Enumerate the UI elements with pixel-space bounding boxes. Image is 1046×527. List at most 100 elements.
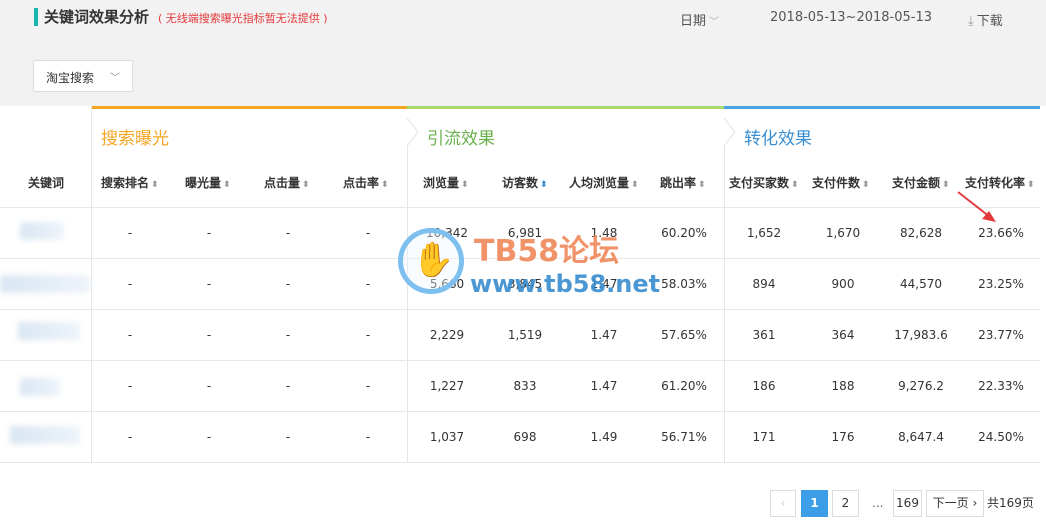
header-label: 人均浏览量 [569, 176, 630, 190]
cell-pv-per-visitor: 1.47 [590, 379, 618, 393]
column-divider [407, 146, 408, 462]
cell-buyers: 171 [752, 430, 776, 444]
cell-conv-rate: 22.33% [978, 379, 1024, 393]
cell-pageviews: 1,037 [429, 430, 465, 444]
cell-impressions: - [206, 379, 212, 393]
cell-bounce-rate: 61.20% [661, 379, 707, 393]
column-header-visitors[interactable]: 访客数 ⬍ [502, 174, 548, 191]
cell-ctr: - [365, 226, 371, 240]
sort-icon: ⬍ [862, 180, 870, 190]
keyword-blurred [0, 275, 90, 293]
cell-conv-rate: 23.25% [978, 277, 1024, 291]
sort-icon: ⬍ [791, 180, 799, 190]
row-divider [0, 411, 1040, 412]
row-divider [0, 207, 1040, 208]
header-label: 支付金额 [892, 176, 941, 190]
cell-conv-rate: 23.66% [978, 226, 1024, 240]
group-separator-arrow [406, 118, 419, 146]
chevron-down-icon: ﹀ [110, 73, 120, 84]
group-search-exposure: 搜索曝光 [91, 106, 407, 158]
column-divider [724, 146, 725, 462]
column-header-buyers[interactable]: 支付买家数 ⬍ [729, 174, 799, 191]
cell-conv-rate: 24.50% [978, 430, 1024, 444]
hand-icon: ✋ [412, 240, 455, 280]
group-bar [407, 106, 724, 109]
sort-icon: ⬍ [1027, 180, 1035, 190]
column-header-pageviews[interactable]: 浏览量 ⬍ [423, 174, 469, 191]
cell-search-rank: - [127, 226, 133, 240]
cell-clicks: - [285, 430, 291, 444]
column-header-impressions[interactable]: 曝光量 ⬍ [185, 174, 231, 191]
chevron-down-icon: ﹀ [709, 17, 720, 28]
column-header-clicks[interactable]: 点击量 ⬍ [264, 174, 310, 191]
sort-icon: ⬍ [698, 180, 706, 190]
column-header-pv-per-visitor[interactable]: 人均浏览量 ⬍ [569, 174, 639, 191]
sort-icon: ⬍ [540, 180, 548, 190]
row-divider [0, 309, 1040, 310]
cell-search-rank: - [127, 277, 133, 291]
cell-amount: 44,570 [900, 277, 942, 291]
cell-buyers: 186 [752, 379, 776, 393]
date-dropdown-label: 日期 [680, 14, 707, 29]
group-separator-arrow [723, 118, 736, 146]
cell-amount: 8,647.4 [898, 430, 944, 444]
watermark-title: TB58论坛 [474, 234, 620, 269]
cell-visitors: 1,519 [507, 328, 543, 342]
next-page-label: 下一页 [932, 496, 969, 510]
column-header-bounce-rate[interactable]: 跳出率 ⬍ [660, 174, 706, 191]
cell-conv-rate: 23.77% [978, 328, 1024, 342]
cell-bounce-rate: 57.65% [661, 328, 707, 342]
title-accent-bar [34, 8, 38, 26]
group-label: 搜索曝光 [101, 129, 169, 149]
cell-items: 900 [831, 277, 855, 291]
group-label: 转化效果 [744, 129, 812, 149]
column-header-keyword: 关键词 [28, 176, 65, 190]
download-label: 下载 [976, 14, 1003, 29]
cell-impressions: - [206, 226, 212, 240]
page-button-last[interactable]: 169 [893, 490, 922, 517]
cell-items: 1,670 [825, 226, 861, 240]
download-button[interactable]: ⤓ 下载 [968, 10, 1003, 29]
header-label: 跳出率 [660, 176, 697, 190]
sort-icon: ⬍ [631, 180, 639, 190]
cell-pv-per-visitor: 1.47 [590, 328, 618, 342]
column-header-amount[interactable]: 支付金额 ⬍ [892, 174, 950, 191]
source-select-value: 淘宝搜索 [46, 71, 95, 85]
column-header-items[interactable]: 支付件数 ⬍ [812, 174, 870, 191]
cell-clicks: - [285, 379, 291, 393]
row-divider [0, 360, 1040, 361]
header-label: 浏览量 [423, 176, 460, 190]
sort-icon: ⬍ [151, 180, 159, 190]
cell-pageviews: 2,229 [429, 328, 465, 342]
cell-search-rank: - [127, 430, 133, 444]
column-header-search-rank[interactable]: 搜索排名 ⬍ [101, 174, 159, 191]
cell-buyers: 1,652 [746, 226, 782, 240]
header-bar: 关键词效果分析 ( 无线端搜索曝光指标暂无法提供 ) 日期 ﹀ 2018-05-1… [0, 0, 1046, 46]
cell-amount: 17,983.6 [894, 328, 948, 342]
keyword-blurred [18, 322, 80, 340]
date-dropdown[interactable]: 日期 ﹀ [680, 10, 719, 29]
cell-ctr: - [365, 430, 371, 444]
header-label: 支付买家数 [729, 176, 790, 190]
row-divider [0, 462, 1040, 463]
header-label: 搜索排名 [101, 176, 150, 190]
group-label: 引流效果 [427, 129, 495, 149]
page-button-2[interactable]: 2 [832, 490, 859, 517]
sort-icon: ⬍ [461, 180, 469, 190]
header-label: 支付件数 [812, 176, 861, 190]
cell-search-rank: - [127, 379, 133, 393]
cell-impressions: - [206, 277, 212, 291]
title-note: ( 无线端搜索曝光指标暂无法提供 ) [158, 12, 328, 25]
keyword-blurred [10, 426, 80, 444]
prev-page-button[interactable]: ‹ [770, 490, 796, 517]
page-button-1[interactable]: 1 [801, 490, 828, 517]
group-conversion-effect: 转化效果 [724, 106, 1040, 158]
cell-impressions: - [206, 328, 212, 342]
next-page-button[interactable]: 下一页 › [926, 490, 984, 517]
source-select[interactable]: 淘宝搜索 ﹀ [33, 60, 133, 92]
cell-ctr: - [365, 277, 371, 291]
group-bar [724, 106, 1040, 109]
column-header-ctr[interactable]: 点击率 ⬍ [343, 174, 389, 191]
header-label: 支付转化率 [965, 176, 1026, 190]
column-header-conv-rate[interactable]: 支付转化率 ⬍ [965, 174, 1035, 191]
